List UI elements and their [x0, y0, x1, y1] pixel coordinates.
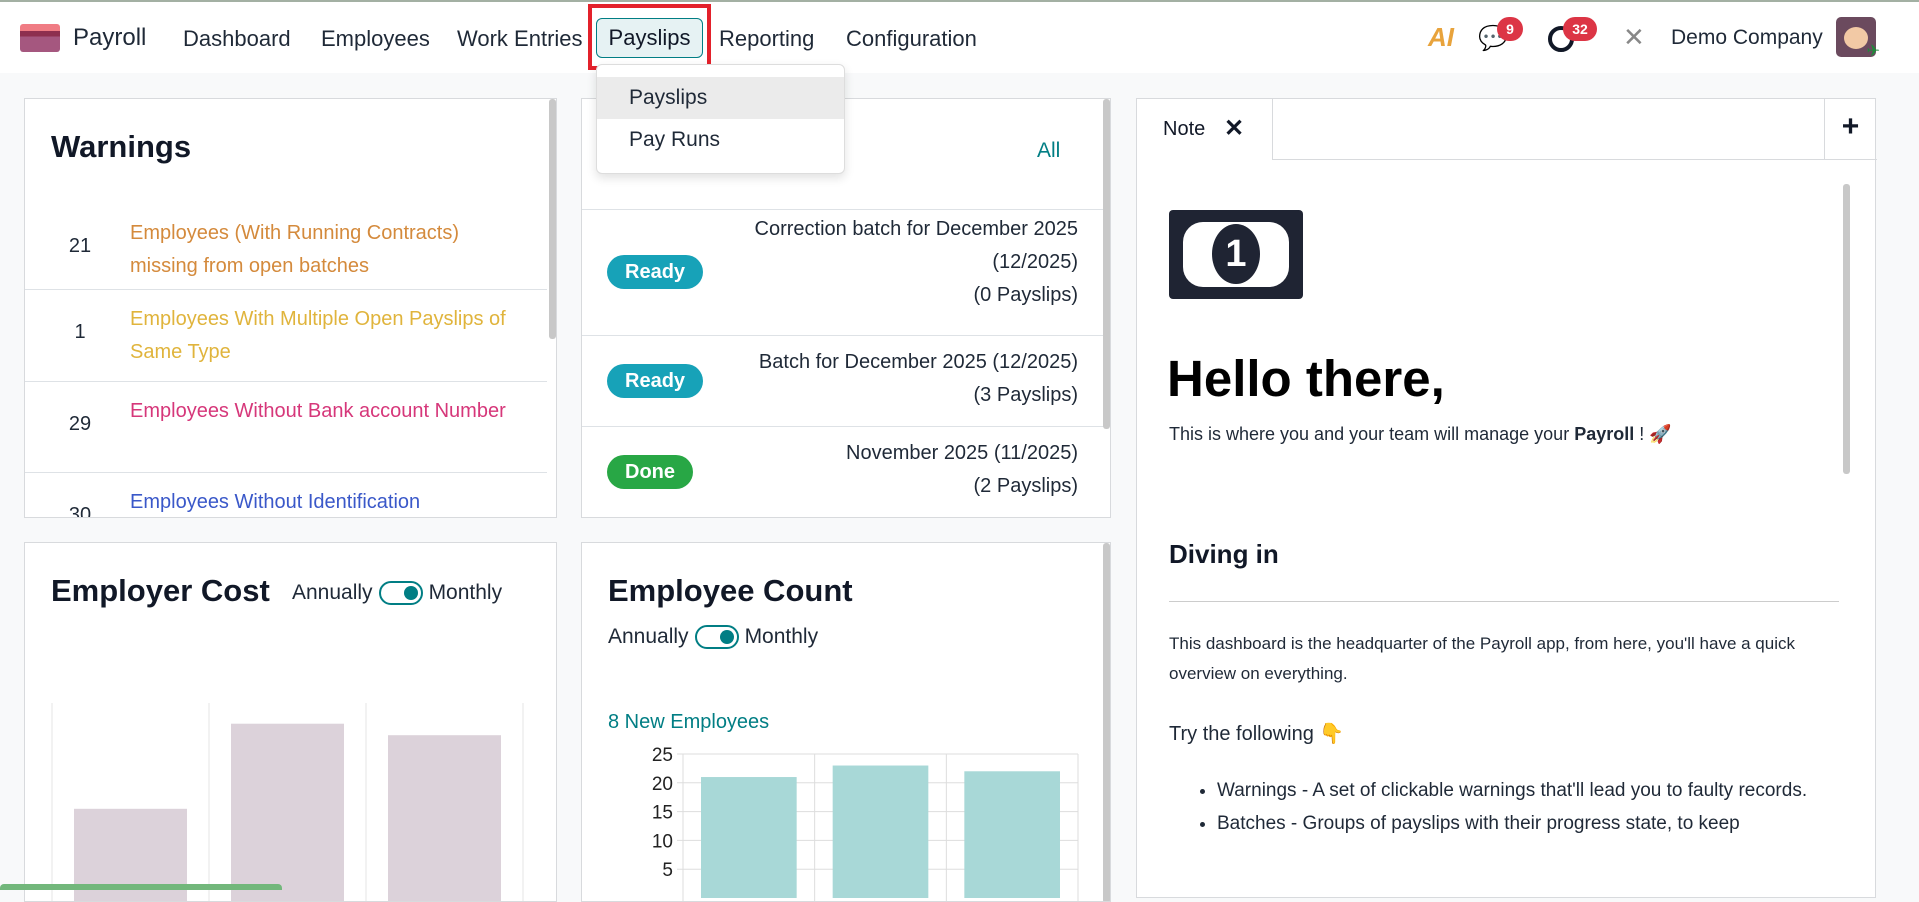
bar	[832, 765, 929, 898]
company-switcher[interactable]: Demo Company	[1671, 26, 1823, 50]
list-item: Batches - Groups of payslips with their …	[1217, 807, 1817, 840]
bar	[701, 777, 797, 898]
warning-link[interactable]: Employees With Multiple Open Payslips of…	[130, 303, 510, 369]
bar	[388, 735, 501, 901]
warning-row[interactable]: 1 Employees With Multiple Open Payslips …	[25, 290, 547, 382]
nav-dashboard[interactable]: Dashboard	[183, 26, 291, 52]
intro-bold: Payroll	[1574, 424, 1635, 444]
warning-link[interactable]: Employees Without Bank account Number	[130, 395, 510, 428]
messages-badge: 9	[1497, 17, 1523, 41]
note-panel: Note ✕ + 1 Hello there, This is where yo…	[1136, 98, 1877, 898]
bar	[231, 723, 344, 901]
batch-name: Batch for December 2025 (12/2025) (3 Pays…	[759, 346, 1078, 412]
y-tick-label: 20	[652, 774, 673, 795]
add-tab-button[interactable]: +	[1824, 99, 1876, 159]
warning-link[interactable]: Employees Without Identification	[130, 486, 510, 517]
warning-count: 29	[68, 413, 92, 435]
payroll-app-icon[interactable]	[20, 24, 60, 52]
app-name[interactable]: Payroll	[73, 24, 146, 52]
batch-payslip-count: (3 Payslips)	[973, 384, 1078, 406]
warning-count: 1	[74, 321, 86, 343]
nav-work-entries[interactable]: Work Entries	[457, 26, 583, 52]
warnings-title: Warnings	[51, 129, 192, 164]
chart-scrollbar[interactable]	[1103, 543, 1110, 901]
batch-line: November 2025 (11/2025)	[846, 442, 1078, 464]
y-tick-label: 5	[662, 860, 673, 881]
batches-scrollbar[interactable]	[1103, 99, 1110, 429]
user-avatar[interactable]: ✈	[1836, 17, 1880, 60]
diving-in-heading: Diving in	[1169, 539, 1279, 569]
warning-count: 21	[68, 235, 92, 257]
warning-row[interactable]: 30 Employees Without Identification	[25, 473, 547, 518]
payslips-dropdown-menu: Payslips Pay Runs	[596, 64, 845, 174]
bar	[964, 771, 1060, 898]
employee-count-chart: 5 10 15 20 25	[652, 745, 1079, 901]
batch-row[interactable]: Done November 2025 (11/2025) (2 Payslips)	[582, 427, 1104, 517]
divider	[1169, 601, 1839, 602]
nav-reporting[interactable]: Reporting	[719, 26, 814, 52]
all-batches-link[interactable]: All	[1037, 139, 1060, 163]
intro-post: ! 🚀	[1634, 424, 1672, 444]
batch-period: (12/2025)	[992, 251, 1078, 273]
employer-cost-chart	[51, 703, 524, 901]
status-badge: Ready	[607, 255, 704, 289]
intro-text: This is where you and your team will man…	[1169, 419, 1809, 449]
employer-cost-card: Employer Cost Annually Monthly	[24, 542, 557, 902]
notification-bar	[0, 884, 282, 890]
highlight-box	[588, 4, 711, 70]
top-navbar: Payroll Dashboard Employees Work Entries…	[0, 2, 1919, 73]
status-badge: Ready	[607, 364, 704, 398]
batch-row[interactable]: Ready Correction batch for December 2025…	[582, 209, 1104, 336]
y-tick-label: 10	[652, 831, 673, 852]
close-icon[interactable]: ✕	[1224, 114, 1244, 143]
y-tick-label: 25	[652, 745, 673, 766]
batch-payslip-count: (0 Payslips)	[973, 284, 1078, 306]
nav-configuration[interactable]: Configuration	[846, 26, 977, 52]
ai-icon[interactable]: AI	[1428, 22, 1454, 53]
warnings-scrollbar[interactable]	[549, 99, 556, 339]
employee-count-card: Employee Count Annually Monthly 8 New Emp…	[581, 542, 1111, 902]
warning-row[interactable]: 29 Employees Without Bank account Number	[25, 382, 547, 473]
intro-pre: This is where you and your team will man…	[1169, 424, 1575, 444]
tab-label: Note	[1163, 118, 1206, 140]
warning-count: 30	[68, 504, 92, 518]
menu-item-pay-runs[interactable]: Pay Runs	[597, 119, 844, 161]
list-item: Warnings - A set of clickable warnings t…	[1217, 774, 1817, 807]
warning-row[interactable]: 21 Employees (With Running Contracts) mi…	[25, 207, 547, 290]
hello-heading: Hello there,	[1167, 350, 1445, 407]
batch-row[interactable]: Ready Batch for December 2025 (12/2025) (…	[582, 336, 1104, 427]
batch-line: Correction batch for December 2025	[754, 218, 1079, 240]
warnings-card: Warnings 21 Employees (With Running Cont…	[24, 98, 557, 518]
feature-list: Warnings - A set of clickable warnings t…	[1217, 774, 1817, 840]
nav-employees[interactable]: Employees	[321, 26, 430, 52]
batch-name: Correction batch for December 2025 (12/20…	[755, 213, 1079, 312]
batch-line: Batch for December 2025 (12/2025)	[758, 351, 1078, 373]
batch-payslip-count: (2 Payslips)	[973, 475, 1078, 497]
tab-note[interactable]: Note ✕	[1137, 99, 1273, 160]
note-scrollbar[interactable]	[1843, 184, 1850, 474]
menu-item-payslips[interactable]: Payslips	[597, 77, 844, 119]
status-badge: Done	[607, 455, 693, 489]
overview-paragraph: This dashboard is the headquarter of the…	[1169, 634, 1795, 683]
money-bill-icon: 1	[1169, 210, 1303, 299]
try-text: Try the following 👇	[1169, 723, 1345, 745]
y-tick-label: 15	[652, 803, 673, 824]
batch-name: November 2025 (11/2025) (2 Payslips)	[846, 437, 1078, 503]
settings-tools-icon[interactable]: ✕	[1623, 22, 1645, 53]
activities-badge: 32	[1563, 17, 1597, 41]
warning-link[interactable]: Employees (With Running Contracts) missi…	[130, 217, 510, 283]
